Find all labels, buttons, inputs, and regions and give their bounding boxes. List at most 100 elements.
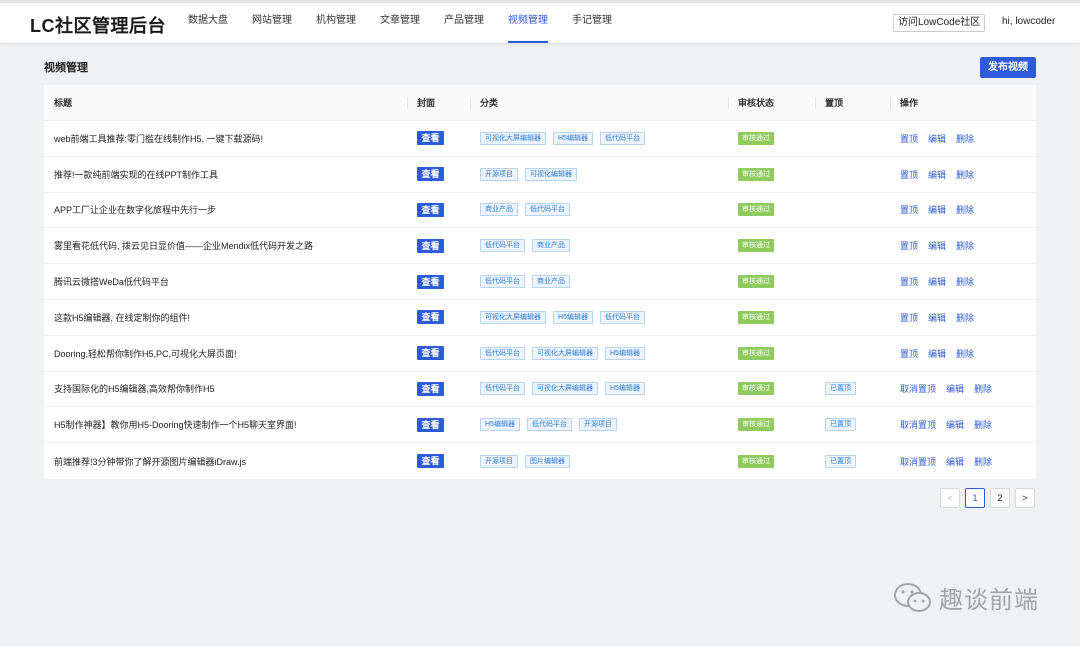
cell-cover: 查看	[407, 310, 470, 325]
edit-link[interactable]: 编辑	[946, 455, 964, 468]
pagination: < 1 2 >	[940, 488, 1035, 508]
delete-link[interactable]: 删除	[974, 455, 992, 468]
prev-page-button[interactable]: <	[940, 488, 960, 508]
view-cover-button[interactable]: 查看	[417, 454, 444, 469]
cell-category: 低代码平台 商业产品	[470, 275, 728, 289]
page-button-1[interactable]: 1	[965, 488, 985, 508]
delete-link[interactable]: 删除	[956, 132, 974, 145]
view-cover-button[interactable]: 查看	[417, 131, 444, 146]
wechat-icon	[894, 582, 931, 612]
pin-toggle-link[interactable]: 取消置顶	[900, 418, 936, 431]
edit-link[interactable]: 编辑	[928, 347, 946, 360]
category-tag: 低代码平台	[480, 239, 525, 253]
nav-item-orgs[interactable]: 机构管理	[304, 3, 368, 43]
cell-actions: 取消置顶 编辑 删除	[890, 455, 1036, 468]
table-header: 标题 封面 分类 审核状态 置顶 操作	[44, 85, 1036, 121]
publish-video-button[interactable]: 发布视频	[980, 57, 1036, 78]
edit-link[interactable]: 编辑	[928, 275, 946, 288]
cell-category: 商业产品 低代码平台	[470, 203, 728, 217]
pin-toggle-link[interactable]: 置顶	[900, 203, 918, 216]
delete-link[interactable]: 删除	[956, 275, 974, 288]
row-title: 支持国际化的H5编辑器,高效帮你制作H5	[54, 384, 215, 395]
category-tag: 图片编辑器	[525, 454, 570, 468]
row-title: web前端工具推荐:零门槛在线制作H5, 一键下载源码!	[54, 133, 264, 144]
view-cover-button[interactable]: 查看	[417, 202, 444, 217]
cell-status: 审核通过	[728, 310, 815, 324]
view-cover-button[interactable]: 查看	[417, 346, 444, 361]
cell-actions: 置顶 编辑 删除	[890, 311, 1036, 324]
edit-link[interactable]: 编辑	[928, 203, 946, 216]
column-header-status: 审核状态	[728, 85, 815, 120]
pin-toggle-link[interactable]: 取消置顶	[900, 382, 936, 395]
nav-item-products[interactable]: 产品管理	[432, 3, 496, 43]
edit-link[interactable]: 编辑	[928, 168, 946, 181]
page-button-2[interactable]: 2	[990, 488, 1010, 508]
pin-toggle-link[interactable]: 置顶	[900, 132, 918, 145]
category-tag: 低代码平台	[480, 275, 525, 289]
view-cover-button[interactable]: 查看	[417, 274, 444, 289]
pin-toggle-link[interactable]: 取消置顶	[900, 455, 936, 468]
row-title: Dooring,轻松帮你制作H5,PC,可视化大屏页面!	[54, 348, 237, 359]
pin-toggle-link[interactable]: 置顶	[900, 347, 918, 360]
cell-status: 审核通过	[728, 346, 815, 360]
category-tag: H5编辑器	[553, 310, 593, 324]
edit-link[interactable]: 编辑	[928, 239, 946, 252]
cell-title: Dooring,轻松帮你制作H5,PC,可视化大屏页面!	[44, 347, 407, 360]
table-body: web前端工具推荐:零门槛在线制作H5, 一键下载源码! 查看 可视化大屏编辑器 H5…	[44, 121, 1036, 479]
edit-link[interactable]: 编辑	[928, 311, 946, 324]
next-page-button[interactable]: >	[1015, 488, 1035, 508]
delete-link[interactable]: 删除	[956, 203, 974, 216]
table-row: web前端工具推荐:零门槛在线制作H5, 一键下载源码! 查看 可视化大屏编辑器 H5…	[44, 121, 1036, 157]
delete-link[interactable]: 删除	[974, 418, 992, 431]
table-row: 支持国际化的H5编辑器,高效帮你制作H5 查看 低代码平台 可视化大屏编辑器 H5编辑器…	[44, 372, 1036, 408]
user-greeting[interactable]: hi, lowcoder	[1002, 16, 1055, 27]
delete-link[interactable]: 删除	[956, 347, 974, 360]
status-badge: 审核通过	[738, 310, 774, 324]
cell-category: 低代码平台 可视化大屏编辑器 H5编辑器	[470, 346, 728, 360]
pin-toggle-link[interactable]: 置顶	[900, 168, 918, 181]
cell-status: 审核通过	[728, 203, 815, 217]
cell-cover: 查看	[407, 454, 470, 469]
visit-community-button[interactable]: 访问LowCode社区	[893, 14, 986, 32]
pin-toggle-link[interactable]: 置顶	[900, 275, 918, 288]
category-tag: 低代码平台	[525, 203, 570, 217]
view-cover-button[interactable]: 查看	[417, 167, 444, 182]
edit-link[interactable]: 编辑	[946, 418, 964, 431]
category-tag: 低代码平台	[480, 382, 525, 396]
view-cover-button[interactable]: 查看	[417, 238, 444, 253]
table-row: 腾讯云微搭WeDa低代码平台 查看 低代码平台 商业产品 审核通过 置顶 编辑 删除	[44, 264, 1036, 300]
cell-category: H5编辑器 低代码平台 开源项目	[470, 418, 728, 432]
delete-link[interactable]: 删除	[956, 311, 974, 324]
status-badge: 审核通过	[738, 382, 774, 396]
cell-cover: 查看	[407, 274, 470, 289]
view-cover-button[interactable]: 查看	[417, 310, 444, 325]
status-badge: 审核通过	[738, 418, 774, 432]
nav-item-sites[interactable]: 网站管理	[240, 3, 304, 43]
delete-link[interactable]: 删除	[956, 239, 974, 252]
delete-link[interactable]: 删除	[974, 382, 992, 395]
column-header-category: 分类	[470, 85, 728, 120]
category-tag: 开源项目	[578, 418, 617, 432]
cell-status: 审核通过	[728, 418, 815, 432]
view-cover-button[interactable]: 查看	[417, 417, 444, 432]
cell-title: web前端工具推荐:零门槛在线制作H5, 一键下载源码!	[44, 132, 407, 145]
category-tag: 可视化大屏编辑器	[480, 131, 546, 145]
pinned-badge: 已置顶	[825, 382, 856, 396]
edit-link[interactable]: 编辑	[946, 382, 964, 395]
cell-status: 审核通过	[728, 454, 815, 468]
nav-item-videos[interactable]: 视频管理	[496, 3, 560, 43]
cell-title: 前端推荐!3分钟带你了解开源图片编辑器iDraw.js	[44, 455, 407, 468]
cell-category: 开源项目 图片编辑器	[470, 454, 728, 468]
delete-link[interactable]: 删除	[956, 168, 974, 181]
edit-link[interactable]: 编辑	[928, 132, 946, 145]
status-badge: 审核通过	[738, 454, 774, 468]
view-cover-button[interactable]: 查看	[417, 381, 444, 396]
pin-toggle-link[interactable]: 置顶	[900, 311, 918, 324]
pin-toggle-link[interactable]: 置顶	[900, 239, 918, 252]
nav-item-notes[interactable]: 手记管理	[560, 3, 624, 43]
cell-status: 审核通过	[728, 131, 815, 145]
category-tag: 开源项目	[480, 454, 518, 468]
nav-item-articles[interactable]: 文章管理	[368, 3, 432, 43]
nav-item-dashboard[interactable]: 数据大盘	[176, 3, 240, 43]
page-title: 视频管理	[44, 62, 88, 74]
